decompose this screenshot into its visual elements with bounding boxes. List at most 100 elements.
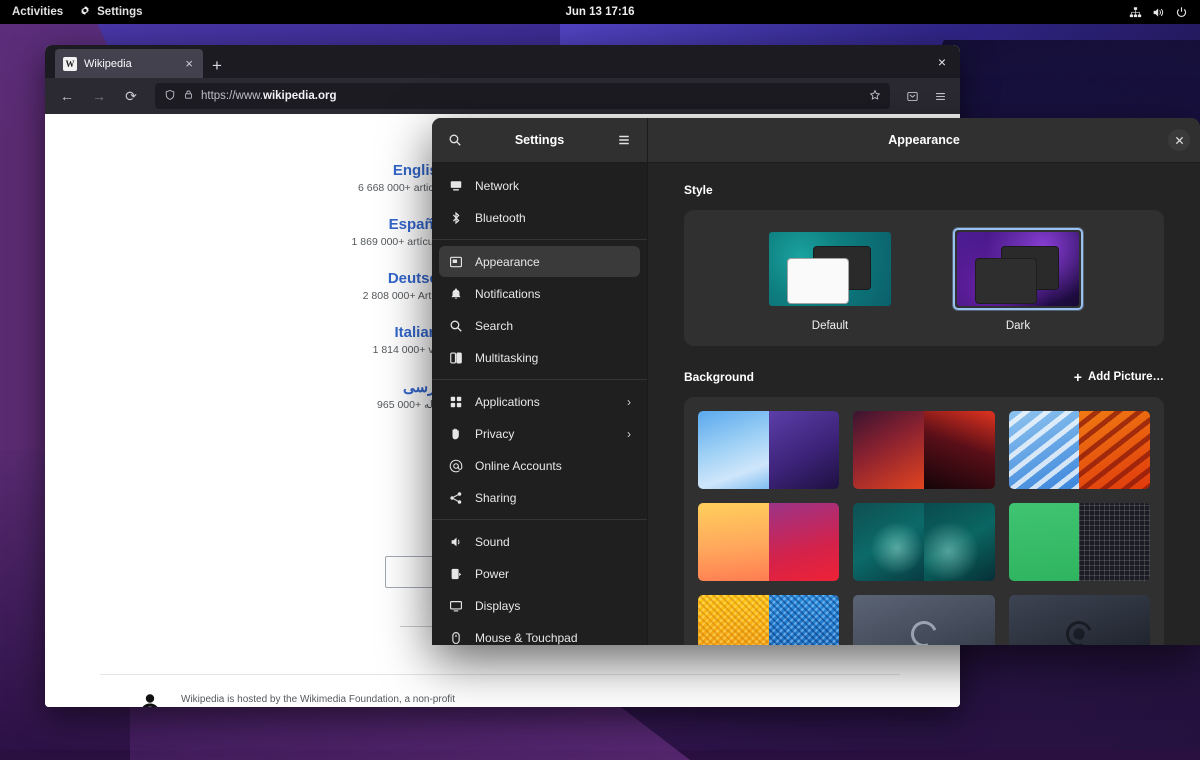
browser-menu-icon[interactable] <box>928 84 952 108</box>
style-label: Dark <box>1006 320 1030 332</box>
sidebar-item-sharing[interactable]: Sharing <box>439 482 640 513</box>
settings-window: Settings Appearance <box>432 118 1200 645</box>
background-thumb-teal-nebula[interactable] <box>853 503 994 581</box>
wikipedia-language-list: English 6 668 000+ articles Español 1 86… <box>45 162 475 433</box>
tab-title: Wikipedia <box>84 58 176 70</box>
tab-close-icon[interactable]: × <box>183 57 195 70</box>
sidebar-label: Notifications <box>475 287 631 301</box>
app-menu-label: Settings <box>97 6 142 18</box>
wikimedia-foundation-icon <box>133 692 167 707</box>
foundation-text: Wikipedia is hosted by the Wikimedia Fou… <box>181 694 455 707</box>
language-link[interactable]: فارسی 965 000+ مقاله <box>45 378 447 411</box>
background-section-title: Background <box>684 370 754 384</box>
back-button[interactable]: ← <box>53 83 81 109</box>
settings-header: Settings Appearance <box>432 118 1200 163</box>
sidebar-label: Network <box>475 179 631 193</box>
activities-button[interactable]: Activities <box>12 6 63 18</box>
power-icon[interactable] <box>1175 6 1188 19</box>
sidebar-item-multitasking[interactable]: Multitasking <box>439 342 640 373</box>
sidebar-item-displays[interactable]: Displays <box>439 590 640 621</box>
language-count: 2 808 000+ Artikel <box>45 290 447 302</box>
add-picture-button[interactable]: + Add Picture… <box>1074 370 1164 384</box>
pocket-save-icon[interactable] <box>900 84 924 108</box>
browser-tab[interactable]: W Wikipedia × <box>55 49 203 78</box>
volume-icon[interactable] <box>1152 6 1165 19</box>
panel-title: Appearance <box>888 133 960 147</box>
sidebar-item-mouse-touchpad[interactable]: Mouse & Touchpad <box>439 622 640 645</box>
sidebar-label: Power <box>475 567 631 581</box>
language-count: 1 869 000+ artículos <box>45 236 447 248</box>
top-bar: Activities Settings Jun 13 17:16 <box>0 0 1200 24</box>
sidebar-label: Multitasking <box>475 351 631 365</box>
background-thumb-debian-swirl-dark[interactable] <box>1009 595 1150 645</box>
sidebar-item-sound[interactable]: Sound <box>439 526 640 557</box>
background-section-header: Background + Add Picture… <box>684 370 1164 384</box>
sidebar-label: Bluetooth <box>475 211 631 225</box>
background-thumb-blue-aurora[interactable] <box>698 411 839 489</box>
background-thumb-green-dots[interactable] <box>1009 503 1150 581</box>
footer-divider <box>100 674 900 675</box>
sidebar-item-bluetooth[interactable]: Bluetooth <box>439 202 640 233</box>
style-option-dark[interactable]: Dark <box>953 228 1083 332</box>
chevron-right-icon: › <box>627 395 631 409</box>
style-preview-dark[interactable] <box>953 228 1083 310</box>
sidebar-divider <box>432 239 647 240</box>
language-link[interactable]: Deutsch 2 808 000+ Artikel <box>45 270 447 302</box>
sidebar-item-search[interactable]: Search <box>439 310 640 341</box>
network-icon <box>448 178 464 194</box>
settings-body: Network Bluetooth Appearance <box>432 163 1200 645</box>
language-name: فارسی <box>45 378 447 396</box>
style-option-default[interactable]: Default <box>765 228 895 332</box>
network-wired-icon[interactable] <box>1129 6 1142 19</box>
url-bar[interactable]: https://www.wikipedia.org <box>155 83 890 109</box>
browser-tab-bar: W Wikipedia × + × <box>45 45 960 78</box>
background-thumb-red-ember[interactable] <box>853 411 994 489</box>
sidebar-label: Sound <box>475 535 631 549</box>
bluetooth-icon <box>448 210 464 226</box>
background-thumb-sunset-gradient[interactable] <box>698 503 839 581</box>
sidebar-label: Search <box>475 319 631 333</box>
settings-header-left: Settings <box>432 118 648 163</box>
apps-grid-icon <box>448 394 464 410</box>
sidebar-label: Mouse & Touchpad <box>475 631 631 645</box>
debian-swirl-icon <box>907 617 942 645</box>
gear-icon <box>79 5 91 20</box>
language-count: 1 814 000+ voci <box>45 344 447 356</box>
hamburger-menu-icon[interactable] <box>613 129 635 151</box>
reload-button[interactable]: ⟳ <box>117 83 145 109</box>
language-name: Español <box>45 216 447 233</box>
background-thumb-noise-texture[interactable] <box>698 595 839 645</box>
sidebar-item-power[interactable]: Power <box>439 558 640 589</box>
sidebar-item-applications[interactable]: Applications › <box>439 386 640 417</box>
language-link[interactable]: Italiano 1 814 000+ voci <box>45 324 447 356</box>
settings-sidebar[interactable]: Network Bluetooth Appearance <box>432 163 648 645</box>
language-link[interactable]: Español 1 869 000+ artículos <box>45 216 447 248</box>
shield-icon[interactable] <box>164 89 176 104</box>
sidebar-label: Privacy <box>475 427 616 441</box>
search-icon[interactable] <box>444 129 466 151</box>
sidebar-label: Sharing <box>475 491 631 505</box>
sidebar-label: Appearance <box>475 255 631 269</box>
sidebar-item-appearance[interactable]: Appearance <box>439 246 640 277</box>
background-thumb-zigzag-stripes[interactable] <box>1009 411 1150 489</box>
sidebar-item-privacy[interactable]: Privacy › <box>439 418 640 449</box>
sidebar-item-notifications[interactable]: Notifications <box>439 278 640 309</box>
bookmark-star-icon[interactable] <box>869 89 881 104</box>
new-tab-button[interactable]: + <box>203 57 231 78</box>
settings-title: Settings <box>515 133 564 147</box>
browser-close-button[interactable]: × <box>932 52 952 72</box>
window-close-icon[interactable] <box>1168 129 1190 151</box>
clock[interactable]: Jun 13 17:16 <box>0 6 1200 18</box>
power-battery-icon <box>448 566 464 582</box>
app-menu-settings[interactable]: Settings <box>79 5 142 20</box>
style-preview-default[interactable] <box>765 228 895 310</box>
debian-swirl-icon <box>1062 617 1097 645</box>
lock-icon[interactable] <box>183 89 194 103</box>
forward-button[interactable]: → <box>85 83 113 109</box>
background-thumb-debian-swirl-light[interactable] <box>853 595 994 645</box>
at-sign-icon <box>448 458 464 474</box>
language-link[interactable]: English 6 668 000+ articles <box>45 162 447 194</box>
sidebar-item-online-accounts[interactable]: Online Accounts <box>439 450 640 481</box>
sidebar-item-network[interactable]: Network <box>439 170 640 201</box>
bell-icon <box>448 286 464 302</box>
